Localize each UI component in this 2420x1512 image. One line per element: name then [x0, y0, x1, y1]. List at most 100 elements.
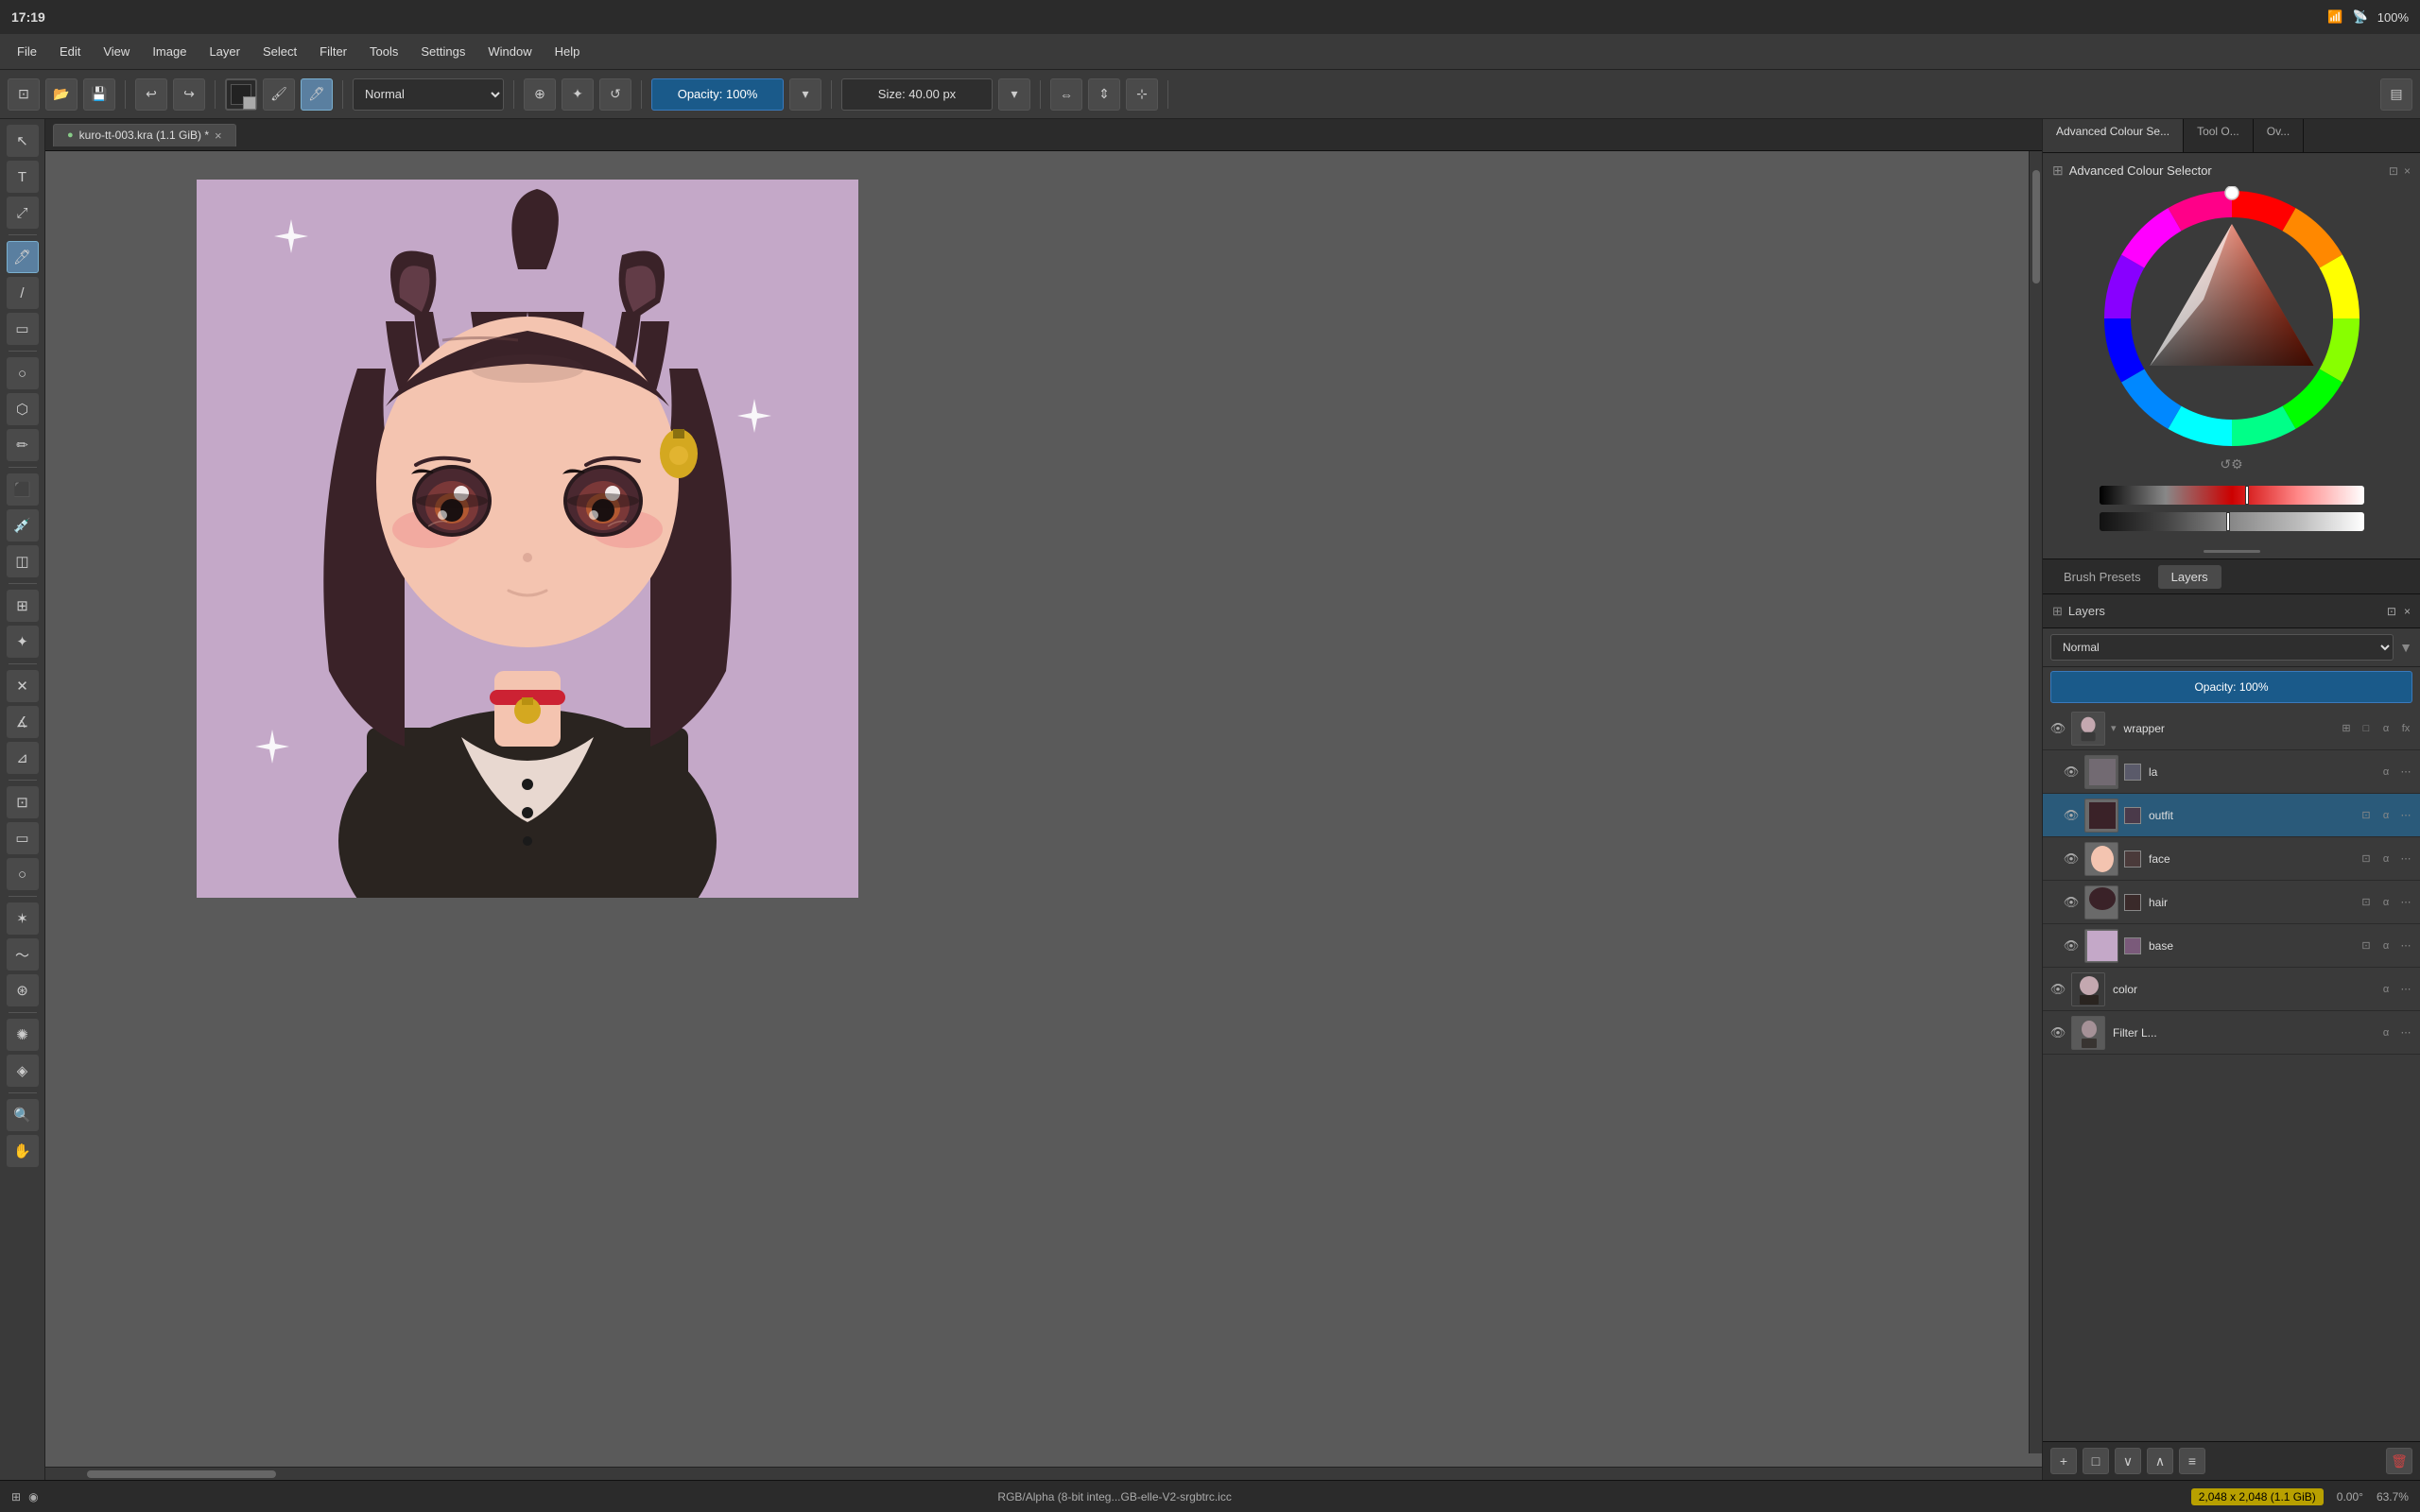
move-down-btn[interactable]: ∨ — [2115, 1448, 2141, 1474]
layer-props-btn[interactable]: ≡ — [2179, 1448, 2205, 1474]
layer-icon-dots-face[interactable]: ⋯ — [2397, 850, 2414, 868]
layer-name-face[interactable]: face — [2145, 852, 2354, 866]
menu-help[interactable]: Help — [545, 41, 590, 62]
layer-icon-dots-outfit[interactable]: ⋯ — [2397, 807, 2414, 824]
layer-visibility-base[interactable]: 👁 — [2062, 936, 2081, 955]
transform-move-tool[interactable]: ⤢ — [7, 197, 39, 229]
layer-icon-alpha-la[interactable]: α — [2377, 764, 2394, 781]
angle-tool[interactable]: ∡ — [7, 706, 39, 738]
line-tool[interactable]: / — [7, 277, 39, 309]
menu-view[interactable]: View — [94, 41, 139, 62]
layer-icon-dots-la[interactable]: ⋯ — [2397, 764, 2414, 781]
menu-tools[interactable]: Tools — [360, 41, 407, 62]
layer-icon-mask[interactable]: □ — [2358, 720, 2375, 737]
brush-presets-tab[interactable]: Brush Presets — [2050, 565, 2154, 589]
smudge-tool[interactable]: ✦ — [7, 626, 39, 658]
ellipse-tool[interactable]: ○ — [7, 357, 39, 389]
lasso-rect-tool[interactable]: ▭ — [7, 822, 39, 854]
brush-tool[interactable]: 🖊 — [7, 241, 39, 273]
overview-tab[interactable]: Ov... — [2254, 119, 2304, 152]
value-gradient-thumb[interactable] — [2226, 512, 2230, 531]
layer-row-base[interactable]: 👁 base ⊡ α ⋯ — [2043, 924, 2420, 968]
fill-tool[interactable]: ⬛ — [7, 473, 39, 506]
layer-visibility-wrapper[interactable]: 👁 — [2048, 719, 2067, 738]
menu-edit[interactable]: Edit — [50, 41, 90, 62]
crop-tool[interactable]: ⊡ — [7, 786, 39, 818]
layer-name-hair[interactable]: hair — [2145, 896, 2354, 909]
colour-wheel-svg[interactable] — [2100, 186, 2364, 451]
menu-select[interactable]: Select — [253, 41, 306, 62]
value-gradient-bar[interactable] — [2100, 512, 2364, 531]
brush-flow-btn[interactable]: ✦ — [562, 78, 594, 111]
hscroll-thumb[interactable] — [87, 1470, 276, 1478]
paint-select-tool[interactable]: ◈ — [7, 1055, 39, 1087]
rect-tool[interactable]: ▭ — [7, 313, 39, 345]
layers-opacity-row[interactable]: Opacity: 100% — [2050, 671, 2412, 703]
statusbar-grid-icon[interactable]: ⊞ — [11, 1490, 21, 1503]
layer-row-filter[interactable]: 👁 Filter L... α ⋯ — [2043, 1011, 2420, 1055]
colour-close-icon[interactable]: × — [2404, 164, 2411, 178]
menu-filter[interactable]: Filter — [310, 41, 356, 62]
redo-btn[interactable]: ↪ — [173, 78, 205, 111]
mirror-v-btn[interactable]: ⇕ — [1088, 78, 1120, 111]
lasso-poly-tool[interactable]: ✶ — [7, 902, 39, 935]
layer-icon-link-hair[interactable]: ⊡ — [2358, 894, 2375, 911]
layer-icon-alpha-outfit[interactable]: α — [2377, 807, 2394, 824]
pan-tool[interactable]: ✋ — [7, 1135, 39, 1167]
layer-visibility-filter[interactable]: 👁 — [2048, 1023, 2067, 1042]
brush-settings-btn[interactable]: 🖊 — [301, 78, 333, 111]
layer-name-outfit[interactable]: outfit — [2145, 809, 2354, 822]
layer-collapse-wrapper[interactable]: ▾ — [2111, 722, 2117, 734]
wheel-indicator[interactable] — [2225, 186, 2238, 199]
layer-icon-link-face[interactable]: ⊡ — [2358, 850, 2375, 868]
canvas-container[interactable] — [45, 151, 2042, 1467]
layer-icon-dots-base[interactable]: ⋯ — [2397, 937, 2414, 954]
move-up-btn[interactable]: ∧ — [2147, 1448, 2173, 1474]
open-btn[interactable]: 📂 — [45, 78, 78, 111]
layer-icon-alpha[interactable]: α — [2377, 720, 2394, 737]
layer-visibility-la[interactable]: 👁 — [2062, 763, 2081, 782]
tool-options-tab[interactable]: Tool O... — [2184, 119, 2254, 152]
opacity-display[interactable]: Opacity: 100% — [651, 78, 784, 111]
layer-row-color[interactable]: 👁 color α ⋯ — [2043, 968, 2420, 1011]
layout-btn[interactable]: ▤ — [2380, 78, 2412, 111]
copy-layer-btn[interactable]: □ — [2083, 1448, 2109, 1474]
layer-name-filter[interactable]: Filter L... — [2109, 1026, 2374, 1040]
layer-row-la[interactable]: 👁 la α ⋯ — [2043, 750, 2420, 794]
freehand-tool[interactable]: ✏ — [7, 429, 39, 461]
menu-file[interactable]: File — [8, 41, 46, 62]
layer-icon-dots-hair[interactable]: ⋯ — [2397, 894, 2414, 911]
polygon-tool[interactable]: ⬡ — [7, 393, 39, 425]
brush-reset-btn[interactable]: ↺ — [599, 78, 631, 111]
layer-icon-fx[interactable]: fx — [2397, 720, 2414, 737]
add-layer-btn[interactable]: + — [2050, 1448, 2077, 1474]
layers-expand-icon[interactable]: ⊡ — [2387, 605, 2396, 618]
layer-name-wrapper[interactable]: wrapper — [2120, 722, 2334, 735]
layer-name-la[interactable]: la — [2145, 765, 2374, 779]
layer-visibility-color[interactable]: 👁 — [2048, 980, 2067, 999]
layer-visibility-outfit[interactable]: 👁 — [2062, 806, 2081, 825]
colour-expand-icon[interactable]: ⊡ — [2389, 164, 2398, 178]
menu-window[interactable]: Window — [478, 41, 541, 62]
layer-icon-grid[interactable]: ⊞ — [2338, 720, 2355, 737]
hue-gradient-thumb[interactable] — [2245, 486, 2249, 505]
menu-settings[interactable]: Settings — [411, 41, 475, 62]
layer-icon-alpha-hair[interactable]: α — [2377, 894, 2394, 911]
opacity-dropdown-btn[interactable]: ▾ — [789, 78, 821, 111]
transform-btn[interactable]: ⊹ — [1126, 78, 1158, 111]
ruler-tool[interactable]: ✕ — [7, 670, 39, 702]
save-btn[interactable]: 💾 — [83, 78, 115, 111]
layers-tab[interactable]: Layers — [2158, 565, 2221, 589]
layer-visibility-hair[interactable]: 👁 — [2062, 893, 2081, 912]
hue-gradient-bar[interactable] — [2100, 486, 2364, 505]
layer-name-base[interactable]: base — [2145, 939, 2354, 953]
colour-settings-icon[interactable]: ⚙ — [2231, 456, 2243, 472]
size-display[interactable]: Size: 40.00 px — [841, 78, 993, 111]
layer-row-hair[interactable]: 👁 hair ⊡ α ⋯ — [2043, 881, 2420, 924]
layer-icon-dots-color[interactable]: ⋯ — [2397, 981, 2414, 998]
statusbar-record-icon[interactable]: ◉ — [28, 1490, 38, 1503]
layer-icon-alpha-color[interactable]: α — [2377, 981, 2394, 998]
mirror-h-btn[interactable]: ⇔ — [1050, 78, 1082, 111]
layer-icon-alpha-filter[interactable]: α — [2377, 1024, 2394, 1041]
menu-image[interactable]: Image — [143, 41, 196, 62]
